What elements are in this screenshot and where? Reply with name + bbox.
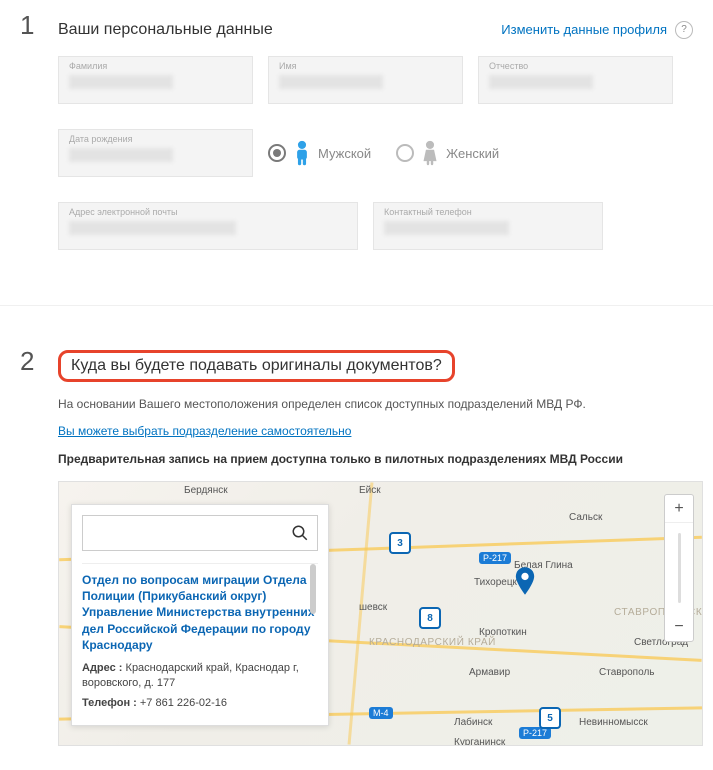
result-phone: Телефон : +7 861 226-02-16 — [82, 696, 318, 711]
patronymic-value — [489, 75, 593, 89]
result-list[interactable]: Отдел по вопросам миграции Отдела Полици… — [82, 563, 318, 715]
gender-female-option[interactable]: Женский — [396, 140, 499, 166]
gender-male-option[interactable]: Мужской — [268, 140, 371, 166]
dob-value — [69, 148, 173, 162]
city-kurganinsk: Курганинск — [454, 737, 505, 746]
gender-male-label: Мужской — [318, 146, 371, 161]
region-krasnodar: КРАСНОДАРСКИЙ КРАЙ — [369, 637, 496, 648]
phone-label: Контактный телефон — [384, 207, 592, 217]
result-title[interactable]: Отдел по вопросам миграции Отдела Полици… — [82, 572, 318, 653]
section-documents-location: 2 Куда вы будете подавать оригиналы доку… — [0, 336, 713, 766]
road-badge-m4: М-4 — [369, 707, 393, 719]
dob-label: Дата рождения — [69, 134, 242, 144]
pilot-note: Предварительная запись на прием доступна… — [58, 452, 693, 466]
patronymic-label: Отчество — [489, 61, 662, 71]
radio-icon — [268, 144, 286, 162]
city-berdyansk: Бердянск — [184, 485, 228, 496]
fields-area: Фамилия Имя Отчество Дата рождения — [20, 56, 693, 250]
section1-header: 1 Ваши персональные данные Изменить данн… — [20, 10, 693, 41]
address-label: Адрес : — [82, 662, 122, 674]
zoom-out-button[interactable]: − — [665, 613, 693, 641]
female-icon — [420, 140, 440, 166]
step-number-2: 2 — [20, 346, 40, 377]
radio-icon — [396, 144, 414, 162]
map-cluster-8[interactable]: 8 — [419, 607, 441, 629]
patronymic-field[interactable]: Отчество — [478, 56, 673, 104]
map-cluster-5[interactable]: 5 — [539, 707, 561, 729]
city-nevinnomyssk: Невинномысск — [579, 717, 648, 728]
surname-label: Фамилия — [69, 61, 242, 71]
city-labinsk: Лабинск — [454, 717, 492, 728]
highlighted-title: Куда вы будете подавать оригиналы докуме… — [58, 350, 455, 382]
name-field[interactable]: Имя — [268, 56, 463, 104]
edit-profile-link[interactable]: Изменить данные профиля — [501, 22, 667, 37]
gender-female-label: Женский — [446, 146, 499, 161]
section-divider — [0, 305, 713, 306]
section-personal-data: 1 Ваши персональные данные Изменить данн… — [0, 0, 713, 295]
zoom-in-button[interactable]: + — [665, 495, 693, 523]
name-label: Имя — [279, 61, 452, 71]
search-input[interactable] — [91, 526, 291, 541]
city-yeysk: Ейск — [359, 485, 381, 496]
name-value — [279, 75, 383, 89]
surname-field[interactable]: Фамилия — [58, 56, 253, 104]
map-search-panel: Отдел по вопросам миграции Отдела Полици… — [71, 504, 329, 726]
city-stavropol-city: Ставрополь — [599, 667, 655, 678]
section2-header: 2 Куда вы будете подавать оригиналы доку… — [20, 346, 693, 382]
location-info-text: На основании Вашего местоположения опред… — [58, 397, 693, 411]
section2-title: Куда вы будете подавать оригиналы докуме… — [71, 357, 442, 374]
city-shevsk: шевск — [359, 602, 387, 613]
search-icon — [291, 524, 309, 542]
gender-group: Мужской Женский — [268, 140, 499, 166]
step-number-1: 1 — [20, 10, 40, 41]
email-label: Адрес электронной почты — [69, 207, 347, 217]
road-badge-r217a: Р-217 — [479, 552, 511, 564]
email-value — [69, 221, 236, 235]
result-address: Адрес : Краснодарский край, Краснодар г,… — [82, 661, 318, 692]
zoom-controls: + − — [664, 494, 694, 642]
male-icon — [292, 140, 312, 166]
phone-value — [384, 221, 509, 235]
help-icon[interactable]: ? — [675, 21, 693, 39]
map-container[interactable]: М-4 Р-217 Р-217 КРАСНОДАРСКИЙ КРАЙ СТАВР… — [58, 481, 703, 746]
city-kropotkin: Кропоткин — [479, 627, 527, 638]
search-box[interactable] — [82, 515, 318, 551]
section1-title: Ваши персональные данные — [58, 21, 501, 39]
map-cluster-3[interactable]: 3 — [389, 532, 411, 554]
choose-manual-link[interactable]: Вы можете выбрать подразделение самостоя… — [58, 424, 351, 438]
email-field[interactable]: Адрес электронной почты — [58, 202, 358, 250]
phone-field[interactable]: Контактный телефон — [373, 202, 603, 250]
surname-value — [69, 75, 173, 89]
phone-value: +7 861 226-02-16 — [140, 697, 227, 709]
dob-field[interactable]: Дата рождения — [58, 129, 253, 177]
city-armavir: Армавир — [469, 667, 510, 678]
scrollbar[interactable] — [310, 564, 316, 715]
phone-label: Телефон : — [82, 697, 137, 709]
map-pin-icon[interactable] — [514, 567, 536, 589]
city-tikhoretsk: Тихорецк — [474, 577, 517, 588]
zoom-slider[interactable] — [665, 523, 693, 613]
city-salsk: Сальск — [569, 512, 602, 523]
